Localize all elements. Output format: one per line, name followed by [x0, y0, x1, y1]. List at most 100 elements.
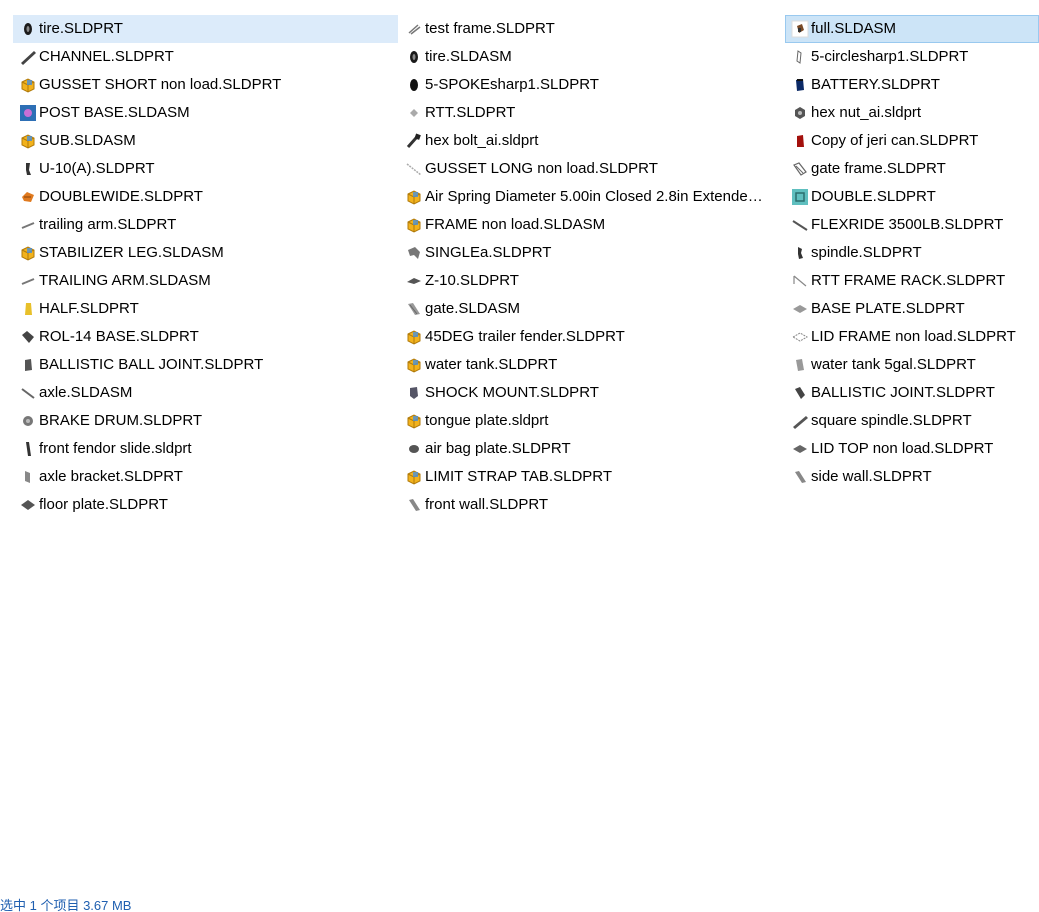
full-assembly-icon	[791, 20, 809, 38]
file-item[interactable]: LIMIT STRAP TAB.SLDPRT	[399, 463, 771, 491]
file-item[interactable]: DOUBLEWIDE.SLDPRT	[13, 183, 398, 211]
file-item[interactable]: BASE PLATE.SLDPRT	[785, 295, 1039, 323]
file-item[interactable]: Copy of jeri can.SLDPRT	[785, 127, 1039, 155]
file-item[interactable]: SINGLEa.SLDPRT	[399, 239, 771, 267]
file-item[interactable]: 45DEG trailer fender.SLDPRT	[399, 323, 771, 351]
file-item[interactable]: BALLISTIC BALL JOINT.SLDPRT	[13, 351, 398, 379]
file-item[interactable]: TRAILING ARM.SLDASM	[13, 267, 398, 295]
file-item[interactable]: Z-10.SLDPRT	[399, 267, 771, 295]
battery-part-icon	[796, 79, 804, 91]
file-name-label: Air Spring Diameter 5.00in Closed 2.8in …	[425, 188, 767, 205]
file-item[interactable]: GUSSET SHORT non load.SLDPRT	[13, 71, 398, 99]
file-item[interactable]: floor plate.SLDPRT	[13, 491, 398, 519]
gusset-part-icon	[406, 163, 422, 176]
file-name-label: RTT.SLDPRT	[425, 104, 516, 121]
rtt-part-icon	[410, 109, 418, 117]
file-name-label: SHOCK MOUNT.SLDPRT	[425, 384, 599, 401]
assembly-icon	[21, 78, 35, 93]
plate-part-icon	[21, 500, 35, 510]
file-item[interactable]: RTT.SLDPRT	[399, 99, 771, 127]
file-name-label: full.SLDASM	[811, 20, 897, 37]
file-item[interactable]: 5-circlesharp1.SLDPRT	[785, 43, 1039, 71]
file-item[interactable]: BRAKE DRUM.SLDPRT	[13, 407, 398, 435]
status-bar: 选中 1 个项目 3.67 MB	[0, 895, 1039, 912]
lid-frame-part-icon	[791, 332, 809, 342]
wall-part-icon	[409, 499, 420, 511]
z-bracket-part-icon	[407, 278, 421, 284]
file-item[interactable]: test frame.SLDPRT	[399, 15, 771, 43]
file-item[interactable]: gate frame.SLDPRT	[785, 155, 1039, 183]
tank-part-icon	[796, 359, 804, 371]
double-thumbnail-icon	[792, 189, 808, 205]
file-name-label: DOUBLE.SLDPRT	[811, 188, 936, 205]
file-item[interactable]: RTT FRAME RACK.SLDPRT	[785, 267, 1039, 295]
file-name-label: air bag plate.SLDPRT	[425, 440, 571, 457]
file-item[interactable]: POST BASE.SLDASM	[13, 99, 398, 127]
file-item[interactable]: front fendor slide.sldprt	[13, 435, 398, 463]
file-item[interactable]: GUSSET LONG non load.SLDPRT	[399, 155, 771, 183]
file-name-label: BALLISTIC BALL JOINT.SLDPRT	[39, 356, 264, 373]
file-item[interactable]: LID TOP non load.SLDPRT	[785, 435, 1039, 463]
file-item[interactable]: BALLISTIC JOINT.SLDPRT	[785, 379, 1039, 407]
rack-part-icon	[793, 275, 807, 287]
file-item[interactable]: CHANNEL.SLDPRT	[13, 43, 398, 71]
file-item[interactable]: air bag plate.SLDPRT	[399, 435, 771, 463]
file-item[interactable]: Air Spring Diameter 5.00in Closed 2.8in …	[399, 183, 771, 211]
file-column-3: full.SLDASM 5-circlesharp1.SLDPRT BATTERY.…	[785, 15, 1039, 491]
file-column-2: test frame.SLDPRT tire.SLDASM 5-SPOKEsharp…	[399, 15, 771, 519]
file-item[interactable]: FLEXRIDE 3500LB.SLDPRT	[785, 211, 1039, 239]
axle-part-icon	[21, 388, 35, 399]
file-item[interactable]: axle.SLDASM	[13, 379, 398, 407]
assembly-icon	[21, 246, 35, 261]
ball-joint-part-icon	[25, 359, 32, 371]
file-list-view[interactable]: tire.SLDPRT CHANNEL.SLDPRT GUSSET SHORT no…	[0, 0, 1039, 890]
file-item[interactable]: SHOCK MOUNT.SLDPRT	[399, 379, 771, 407]
file-item[interactable]: spindle.SLDPRT	[785, 239, 1039, 267]
file-item[interactable]: FRAME non load.SLDASM	[399, 211, 771, 239]
file-item[interactable]: tire.SLDPRT	[13, 15, 398, 43]
file-item[interactable]: tongue plate.sldprt	[399, 407, 771, 435]
file-item[interactable]: water tank.SLDPRT	[399, 351, 771, 379]
file-item[interactable]: full.SLDASM	[785, 15, 1039, 43]
file-name-label: LID TOP non load.SLDPRT	[811, 440, 994, 457]
file-name-label: gate frame.SLDPRT	[811, 160, 946, 177]
tire-part-icon	[410, 51, 418, 63]
file-item[interactable]: ROL-14 BASE.SLDPRT	[13, 323, 398, 351]
file-item[interactable]: SUB.SLDASM	[13, 127, 398, 155]
file-item[interactable]: front wall.SLDPRT	[399, 491, 771, 519]
frame-part-icon	[408, 24, 421, 35]
file-item[interactable]: BATTERY.SLDPRT	[785, 71, 1039, 99]
file-item[interactable]: trailing arm.SLDPRT	[13, 211, 398, 239]
file-item[interactable]: gate.SLDASM	[399, 295, 771, 323]
assembly-icon	[407, 470, 421, 485]
file-item[interactable]: tire.SLDASM	[399, 43, 771, 71]
file-item[interactable]: DOUBLE.SLDPRT	[785, 183, 1039, 211]
circle-part-icon	[796, 50, 802, 64]
base-part-icon	[22, 331, 34, 343]
file-item[interactable]: 5-SPOKEsharp1.SLDPRT	[399, 71, 771, 99]
joint-part-icon	[795, 387, 805, 399]
air-bag-plate-part-icon	[409, 445, 419, 453]
half-part-icon	[25, 303, 32, 315]
assembly-icon	[21, 134, 35, 149]
file-item[interactable]: LID FRAME non load.SLDPRT	[785, 323, 1039, 351]
file-item[interactable]: hex nut_ai.sldprt	[785, 99, 1039, 127]
post-base-thumbnail-icon	[20, 105, 36, 121]
file-item[interactable]: water tank 5gal.SLDPRT	[785, 351, 1039, 379]
file-name-label: trailing arm.SLDPRT	[39, 216, 177, 233]
file-item[interactable]: STABILIZER LEG.SLDASM	[13, 239, 398, 267]
file-item[interactable]: hex bolt_ai.sldprt	[399, 127, 771, 155]
gate-part-icon	[408, 303, 420, 315]
file-item[interactable]: axle bracket.SLDPRT	[13, 463, 398, 491]
shock-mount-part-icon	[410, 387, 418, 399]
file-item[interactable]: square spindle.SLDPRT	[785, 407, 1039, 435]
nut-part-icon	[795, 107, 805, 119]
file-name-label: HALF.SLDPRT	[39, 300, 139, 317]
file-name-label: floor plate.SLDPRT	[39, 496, 168, 513]
file-name-label: water tank 5gal.SLDPRT	[811, 356, 976, 373]
file-item[interactable]: side wall.SLDPRT	[785, 463, 1039, 491]
file-name-label: 5-SPOKEsharp1.SLDPRT	[425, 76, 599, 93]
file-item[interactable]: HALF.SLDPRT	[13, 295, 398, 323]
single-part-icon	[408, 247, 420, 259]
file-item[interactable]: U-10(A).SLDPRT	[13, 155, 398, 183]
